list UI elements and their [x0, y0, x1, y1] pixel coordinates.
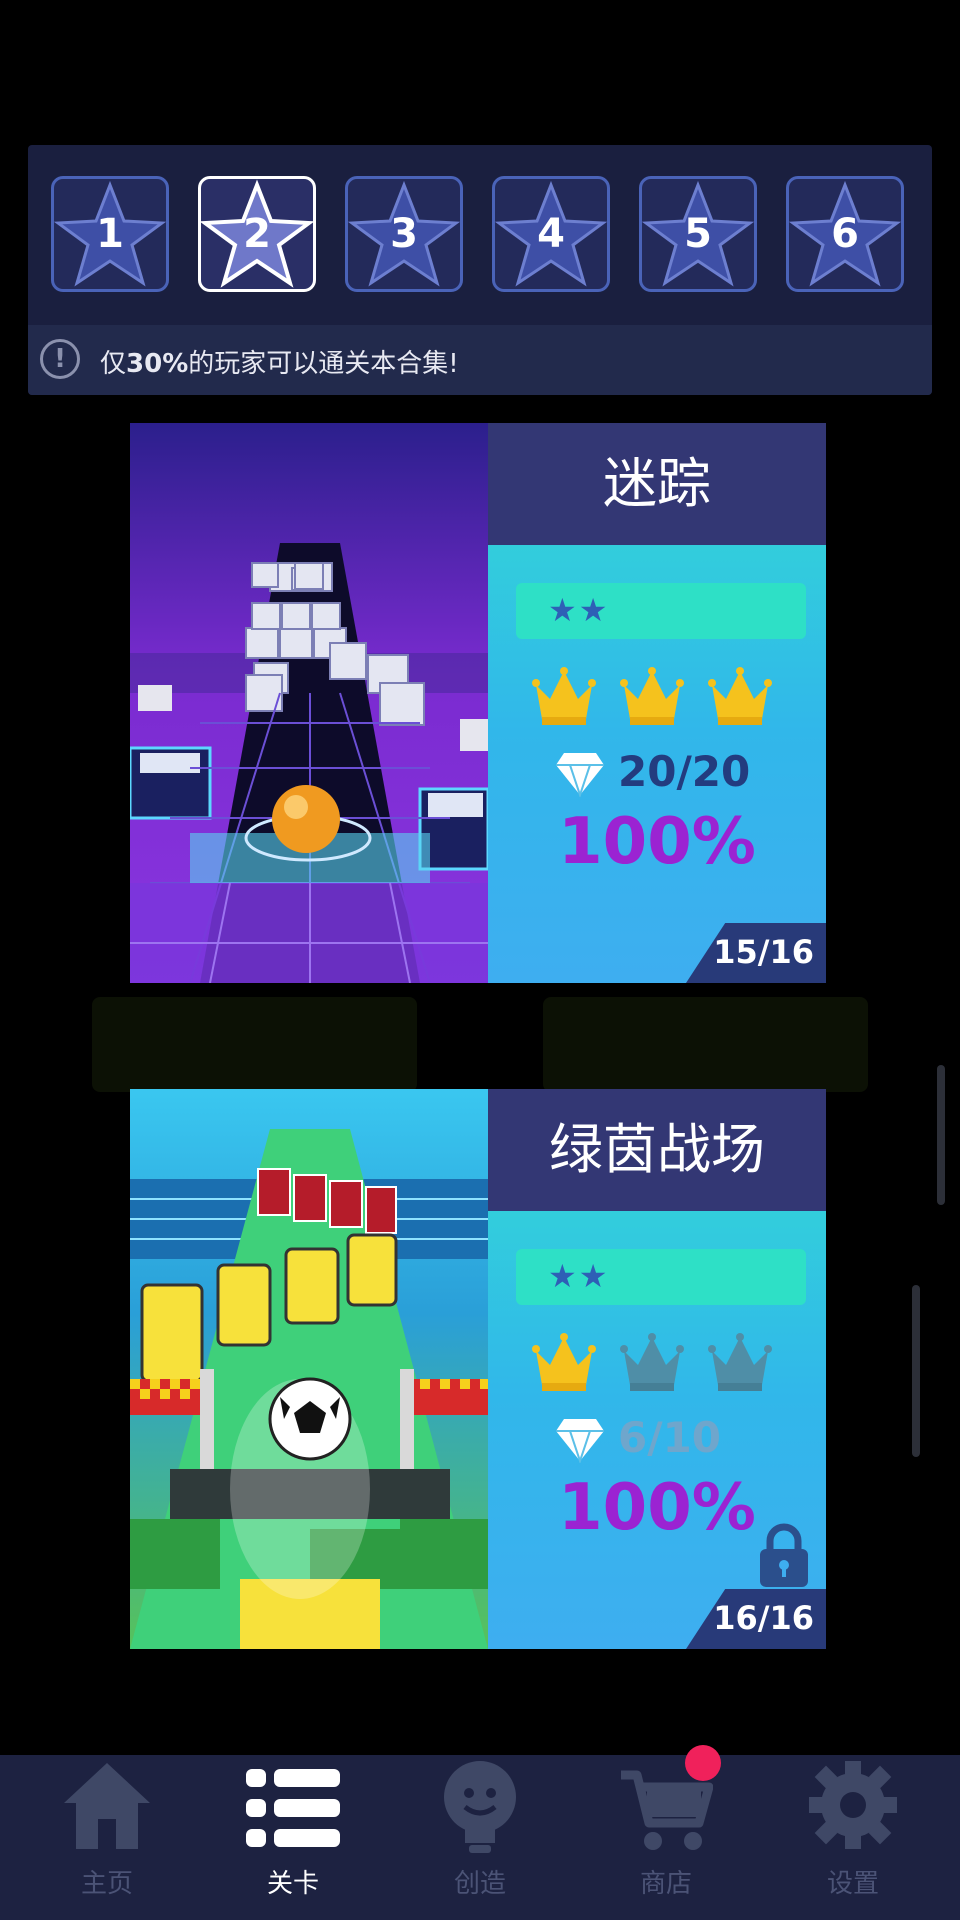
- level-card[interactable]: 绿茵战场 ★★ 6/10 100% 16/16: [130, 1089, 826, 1649]
- nav-shop[interactable]: 商店: [591, 1745, 741, 1920]
- stage-number: 6: [831, 211, 859, 257]
- nav-create[interactable]: 创造: [405, 1755, 555, 1920]
- notice-text: 仅30%的玩家可以通关本合集!: [100, 349, 459, 379]
- stage-tab-5[interactable]: 5: [639, 176, 757, 292]
- stage-number: 3: [390, 211, 418, 257]
- stage-tab-3[interactable]: 3: [345, 176, 463, 292]
- nav-label: 关卡: [266, 1869, 319, 1899]
- level-info-panel: 绿茵战场 ★★ 6/10 100% 16/16: [488, 1089, 826, 1649]
- difficulty-bar: ★★: [516, 583, 806, 639]
- background-button-right: [543, 997, 868, 1092]
- diamond-icon: [556, 753, 604, 797]
- level-info-panel: 迷踪 ★★ 20/20 100% 15/16: [488, 423, 826, 983]
- nav-label: 主页: [80, 1869, 133, 1899]
- gem-count: 20/20: [618, 747, 751, 796]
- progress-percent: 100%: [558, 805, 756, 879]
- nav-label: 设置: [826, 1869, 879, 1899]
- crown-icon: [532, 667, 596, 725]
- level-index-badge: 15/16: [686, 923, 826, 983]
- level-artwork: [130, 1089, 488, 1649]
- stage-number: 2: [243, 211, 271, 257]
- stage-tab-4[interactable]: 4: [492, 176, 610, 292]
- level-artwork: [130, 423, 488, 983]
- scrollbar-thumb[interactable]: [937, 1065, 945, 1205]
- crown-icon: [620, 667, 684, 725]
- completion-notice: ! 仅30%的玩家可以通关本合集!: [28, 325, 932, 395]
- gem-counter: 20/20: [554, 747, 804, 807]
- crown-icon: [708, 667, 772, 725]
- home-icon: [64, 1763, 150, 1849]
- nav-levels[interactable]: 关卡: [218, 1755, 368, 1920]
- gem-count: 6/10: [618, 1413, 722, 1462]
- crown-rating: [532, 1333, 772, 1403]
- nav-settings[interactable]: 设置: [778, 1755, 928, 1920]
- crown-rating: [532, 667, 772, 737]
- level-index-badge: 16/16: [686, 1589, 826, 1649]
- difficulty-bar: ★★: [516, 1249, 806, 1305]
- lightbulb-icon: [444, 1761, 516, 1853]
- nav-home[interactable]: 主页: [32, 1755, 182, 1920]
- list-icon: [246, 1769, 340, 1847]
- stage-tab-6[interactable]: 6: [786, 176, 904, 292]
- exclamation-icon: !: [40, 339, 80, 379]
- gem-counter: 6/10: [554, 1413, 804, 1473]
- nav-label: 创造: [453, 1869, 506, 1899]
- stage-tab-2[interactable]: 2: [198, 176, 316, 292]
- level-title: 绿茵战场: [488, 1089, 826, 1211]
- stage-selector-panel: 1 2 3 4 5 6 ! 仅30%的玩家可以通关本合集!: [28, 145, 932, 395]
- crown-icon: [532, 1333, 596, 1391]
- level-title: 迷踪: [488, 423, 826, 545]
- notification-badge: [685, 1745, 721, 1781]
- scrollbar-thumb-secondary[interactable]: [912, 1285, 920, 1457]
- level-card[interactable]: 迷踪 ★★ 20/20 100% 15/16: [130, 423, 826, 983]
- diamond-icon: [556, 1419, 604, 1463]
- crown-empty-icon: [620, 1333, 684, 1391]
- stage-number: 1: [96, 211, 124, 257]
- difficulty-stars: ★★: [548, 1257, 610, 1295]
- level-index: 16/16: [713, 1599, 814, 1637]
- level-index: 15/16: [713, 933, 814, 971]
- stage-tab-1[interactable]: 1: [51, 176, 169, 292]
- nav-label: 商店: [639, 1869, 692, 1899]
- crown-empty-icon: [708, 1333, 772, 1391]
- stage-number: 5: [684, 211, 712, 257]
- stage-number: 4: [537, 211, 565, 257]
- difficulty-stars: ★★: [548, 591, 610, 629]
- bottom-nav: 主页 关卡 创造 商店 设置: [0, 1745, 960, 1920]
- gear-icon: [809, 1761, 897, 1849]
- lock-icon: [760, 1523, 808, 1587]
- background-button-left: [92, 997, 417, 1092]
